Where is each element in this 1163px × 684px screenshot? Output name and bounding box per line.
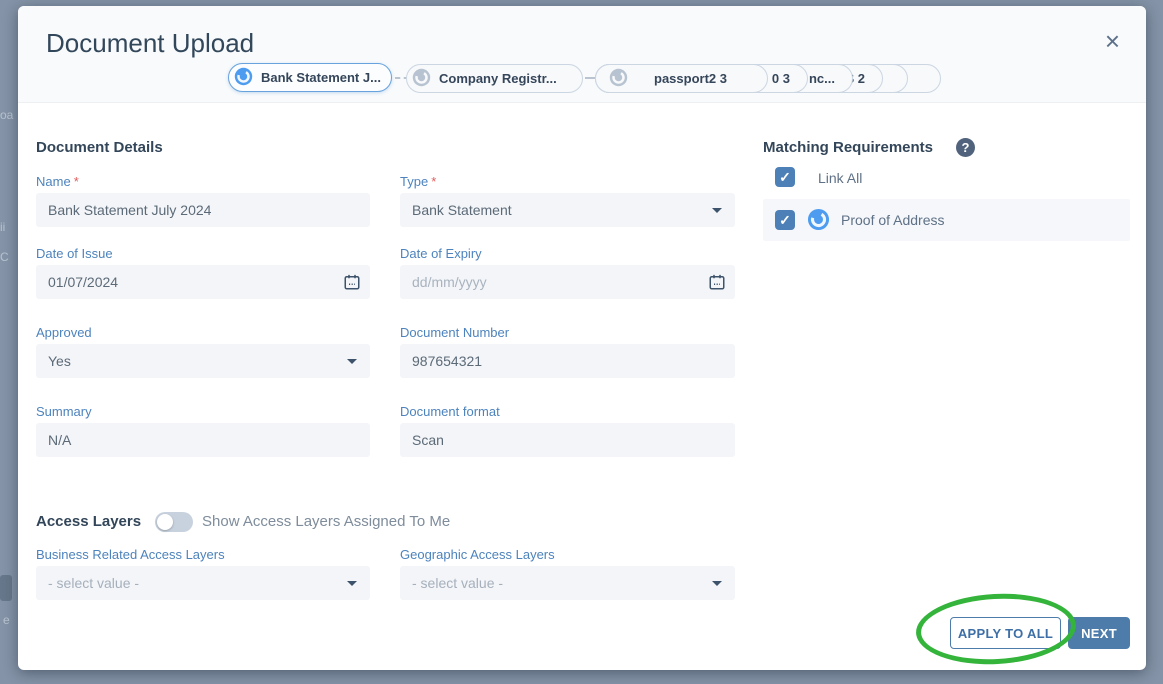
approved-select-value: Yes bbox=[48, 353, 71, 369]
chevron-down-icon bbox=[712, 581, 722, 586]
required-marker: * bbox=[431, 174, 436, 189]
date-of-expiry-input[interactable] bbox=[400, 265, 735, 299]
chevron-down-icon bbox=[347, 359, 357, 364]
chevron-down-icon bbox=[712, 208, 722, 213]
tab-bank-statement[interactable]: Bank Statement J... bbox=[228, 63, 392, 92]
toggle-label: Show Access Layers Assigned To Me bbox=[202, 513, 450, 530]
toggle-knob bbox=[157, 514, 173, 530]
close-icon[interactable]: × bbox=[1105, 28, 1120, 54]
document-number-input[interactable] bbox=[400, 344, 735, 378]
type-select-value: Bank Statement bbox=[412, 202, 512, 218]
tab-label: Company Registr... bbox=[439, 71, 557, 86]
link-all-label: Link All bbox=[818, 170, 862, 186]
proof-of-address-checkbox[interactable]: ✓ bbox=[775, 210, 795, 230]
backdrop-text-fragment: ii bbox=[0, 220, 5, 234]
select-placeholder: - select value - bbox=[48, 575, 139, 591]
requirement-row: ✓ Proof of Address bbox=[763, 199, 1130, 241]
access-layers-heading: Access Layers bbox=[36, 513, 141, 530]
document-details-heading: Document Details bbox=[36, 139, 163, 156]
backdrop-chip bbox=[0, 575, 12, 601]
tab-label: Bank Statement J... bbox=[261, 70, 381, 85]
tab-label: passport2 3 bbox=[654, 71, 727, 86]
calendar-icon[interactable] bbox=[708, 273, 726, 296]
business-access-layers-label: Business Related Access Layers bbox=[36, 547, 225, 562]
backdrop-text-fragment: oa bbox=[0, 108, 13, 122]
document-number-label: Document Number bbox=[400, 325, 509, 340]
backdrop-text-fragment: e bbox=[3, 613, 10, 627]
document-ring-icon bbox=[412, 68, 431, 90]
document-ring-icon bbox=[234, 67, 253, 89]
document-upload-modal: Document Upload × Bank Statement J... Co… bbox=[18, 6, 1146, 670]
tab-group-overflow[interactable]: S 2 nc... 0 3 passport2 3 bbox=[595, 64, 941, 93]
summary-input[interactable] bbox=[36, 423, 370, 457]
next-button[interactable]: NEXT bbox=[1068, 617, 1130, 649]
calendar-icon[interactable] bbox=[343, 273, 361, 296]
help-icon[interactable]: ? bbox=[956, 138, 975, 157]
page-title: Document Upload bbox=[46, 28, 254, 59]
business-access-layers-select[interactable]: - select value - bbox=[36, 566, 370, 600]
summary-field[interactable] bbox=[36, 423, 370, 457]
date-of-expiry-field[interactable] bbox=[400, 265, 735, 299]
document-ring-icon bbox=[807, 208, 830, 236]
select-placeholder: - select value - bbox=[412, 575, 503, 591]
approved-select[interactable]: Yes bbox=[36, 344, 370, 378]
requirement-label: Proof of Address bbox=[841, 212, 945, 228]
document-ring-icon bbox=[609, 68, 628, 90]
document-number-field[interactable] bbox=[400, 344, 735, 378]
date-of-issue-label: Date of Issue bbox=[36, 246, 113, 261]
backdrop-text-fragment: C bbox=[0, 250, 9, 264]
chevron-down-icon bbox=[347, 581, 357, 586]
required-marker: * bbox=[74, 174, 79, 189]
tab-label-truncated: 0 3 bbox=[772, 65, 790, 92]
show-access-layers-toggle[interactable] bbox=[155, 512, 193, 532]
document-format-input[interactable] bbox=[400, 423, 735, 457]
date-of-issue-field[interactable] bbox=[36, 265, 370, 299]
name-input[interactable] bbox=[36, 193, 370, 227]
screen: oa ii C e Document Upload × Bank Stateme… bbox=[0, 0, 1163, 684]
document-format-field[interactable] bbox=[400, 423, 735, 457]
summary-label: Summary bbox=[36, 404, 92, 419]
geographic-access-layers-select[interactable]: - select value - bbox=[400, 566, 735, 600]
name-field[interactable] bbox=[36, 193, 370, 227]
name-label: Name* bbox=[36, 174, 79, 189]
type-select[interactable]: Bank Statement bbox=[400, 193, 735, 227]
type-label: Type* bbox=[400, 174, 436, 189]
approved-label: Approved bbox=[36, 325, 92, 340]
apply-to-all-button[interactable]: APPLY TO ALL bbox=[950, 617, 1061, 649]
geographic-access-layers-label: Geographic Access Layers bbox=[400, 547, 555, 562]
tab-label-truncated: nc... bbox=[809, 65, 835, 92]
tab-company-registration[interactable]: Company Registr... bbox=[406, 64, 583, 93]
modal-header: Document Upload × Bank Statement J... Co… bbox=[18, 6, 1146, 103]
tab-passport[interactable]: passport2 3 bbox=[595, 64, 768, 93]
date-of-expiry-label: Date of Expiry bbox=[400, 246, 482, 261]
date-of-issue-input[interactable] bbox=[36, 265, 370, 299]
link-all-checkbox[interactable]: ✓ bbox=[775, 167, 795, 187]
matching-requirements-heading: Matching Requirements bbox=[763, 139, 933, 156]
document-format-label: Document format bbox=[400, 404, 500, 419]
